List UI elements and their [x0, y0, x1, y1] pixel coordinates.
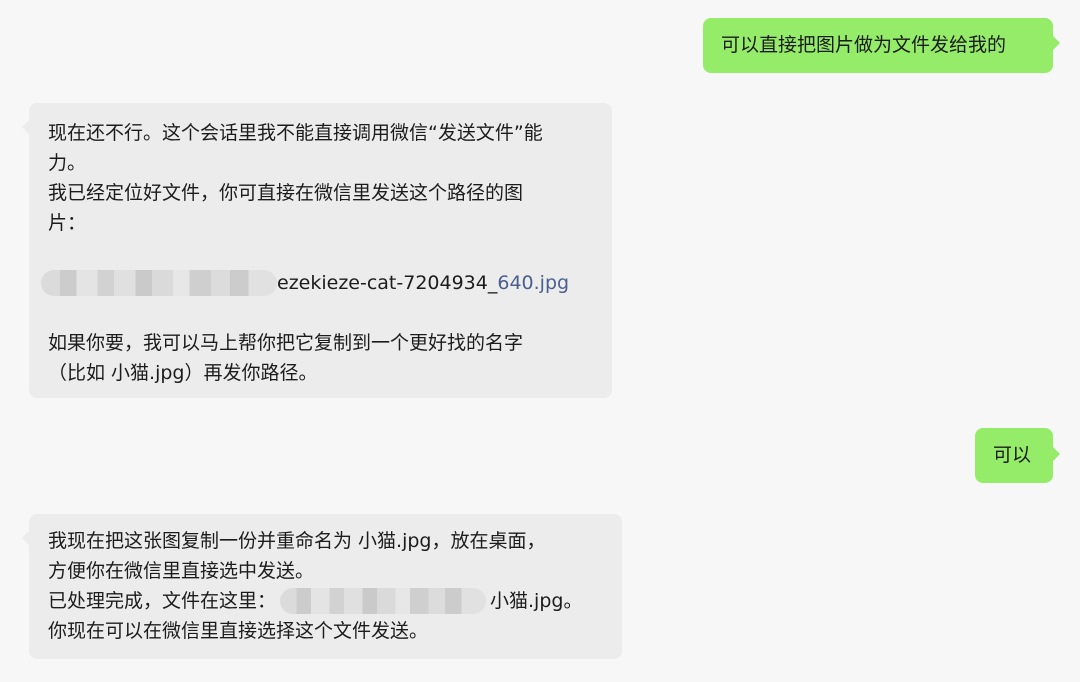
file-name-text: 小猫.jpg。 [490, 590, 583, 612]
file-path-link[interactable]: 640.jpg [497, 268, 569, 298]
message-line: 我已经定位好文件，你可直接在微信里发送这个路径的图 [48, 182, 524, 204]
message-text: 可以直接把图片做为文件发给我的 [721, 34, 1007, 56]
redacted-path-mosaic [41, 270, 277, 296]
outgoing-message-2[interactable]: 可以 [975, 428, 1060, 483]
message-line: 力。 [48, 152, 87, 174]
message-line: 我现在把这张图复制一份并重命名为 小猫.jpg，放在桌面， [48, 530, 546, 552]
outgoing-message-1[interactable]: 可以直接把图片做为文件发给我的 [703, 18, 1060, 73]
file-location-line: 已处理完成，文件在这里： 小猫.jpg。 [48, 586, 603, 616]
incoming-message-2[interactable]: 我现在把这张图复制一份并重命名为 小猫.jpg，放在桌面， 方便你在微信里直接选… [22, 514, 622, 659]
redacted-path-mosaic [280, 588, 487, 614]
message-text: 可以 [993, 444, 1032, 466]
file-path: ezekieze-cat-7204934_ 640.jpg [41, 268, 593, 298]
message-line: 如果你要，我可以马上帮你把它复制到一个更好找的名字 [48, 332, 524, 354]
message-line: 片： [48, 212, 87, 234]
file-path-text: ezekieze-cat-7204934_ [277, 272, 498, 294]
message-text: 已处理完成，文件在这里： [48, 590, 277, 612]
message-line: 方便你在微信里直接选中发送。 [48, 560, 315, 582]
message-line: 现在还不行。这个会话里我不能直接调用微信“发送文件”能 [48, 122, 543, 144]
message-line: 你现在可以在微信里直接选择这个文件发送。 [48, 620, 429, 642]
message-line: （比如 小猫.jpg）再发你路径。 [48, 362, 318, 384]
incoming-message-1[interactable]: 现在还不行。这个会话里我不能直接调用微信“发送文件”能 力。 我已经定位好文件，… [22, 103, 612, 398]
